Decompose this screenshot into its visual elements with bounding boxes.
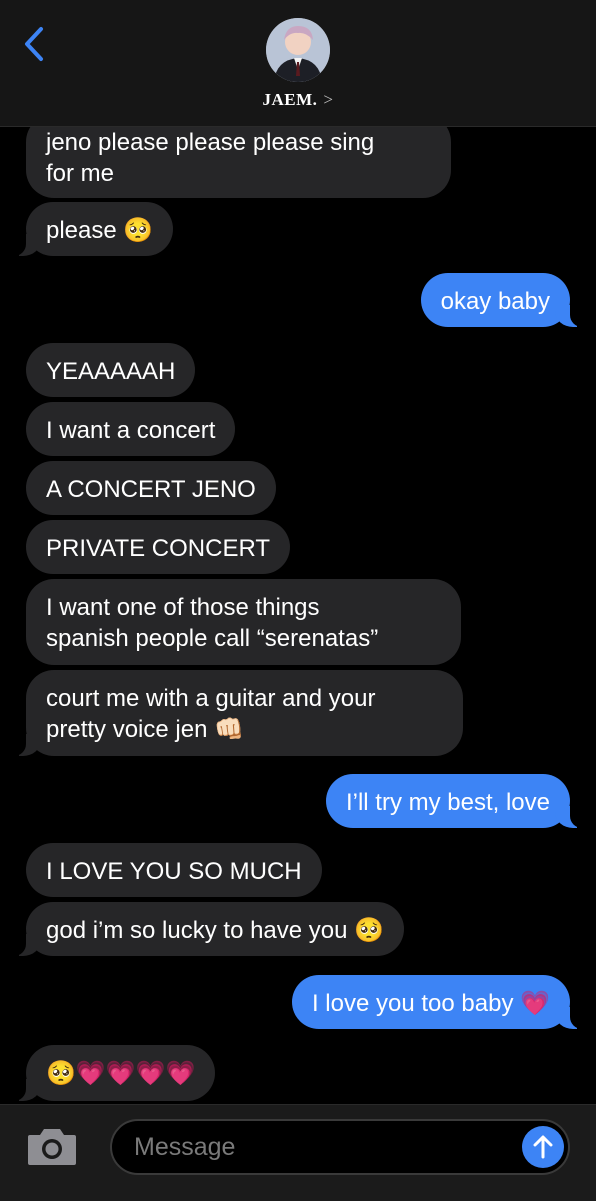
message-bubble-incoming: jeno please please please sing for me [26,126,451,198]
message-bubble-incoming: A CONCERT JENO [26,461,276,515]
chevron-right-icon: > [323,90,334,109]
contact-name: JAEM. [262,90,318,109]
message-bubble-incoming: I want a concert [26,402,236,456]
message-bubble-incoming: I LOVE YOU SO MUCH [26,843,322,897]
message-bubble-outgoing: okay baby [420,273,593,327]
message-bubble-incoming: 🥺💗💗💗💗 [3,1045,216,1101]
camera-button[interactable] [26,1125,78,1167]
contact-name-button[interactable]: JAEM. > [0,90,596,110]
message-composer [0,1104,596,1201]
send-button[interactable] [522,1126,564,1168]
message-bubble-incoming: please 🥺 [3,202,174,256]
camera-icon [28,1129,76,1165]
message-bubble-incoming: court me with a guitar and your pretty v… [4,670,463,756]
message-bubble-incoming: PRIVATE CONCERT [26,520,291,574]
message-bubble-incoming: I want one of those things spanish peopl… [26,579,461,665]
conversation-header: JAEM. > [0,0,596,127]
message-thread[interactable]: jeno please please please sing for me pl… [0,126,596,1104]
message-bubble-incoming: YEAAAAAH [26,343,196,397]
arrow-up-icon [533,1135,553,1159]
message-bubble-incoming: god i’m so lucky to have you 🥺 [3,902,405,956]
back-button[interactable] [16,24,52,64]
contact-avatar[interactable] [266,18,330,82]
message-bubble-outgoing: I’ll try my best, love [325,774,593,828]
chevron-left-icon [25,27,43,61]
message-input[interactable] [110,1119,570,1175]
message-bubble-outgoing: I love you too baby 💗 [291,975,593,1029]
